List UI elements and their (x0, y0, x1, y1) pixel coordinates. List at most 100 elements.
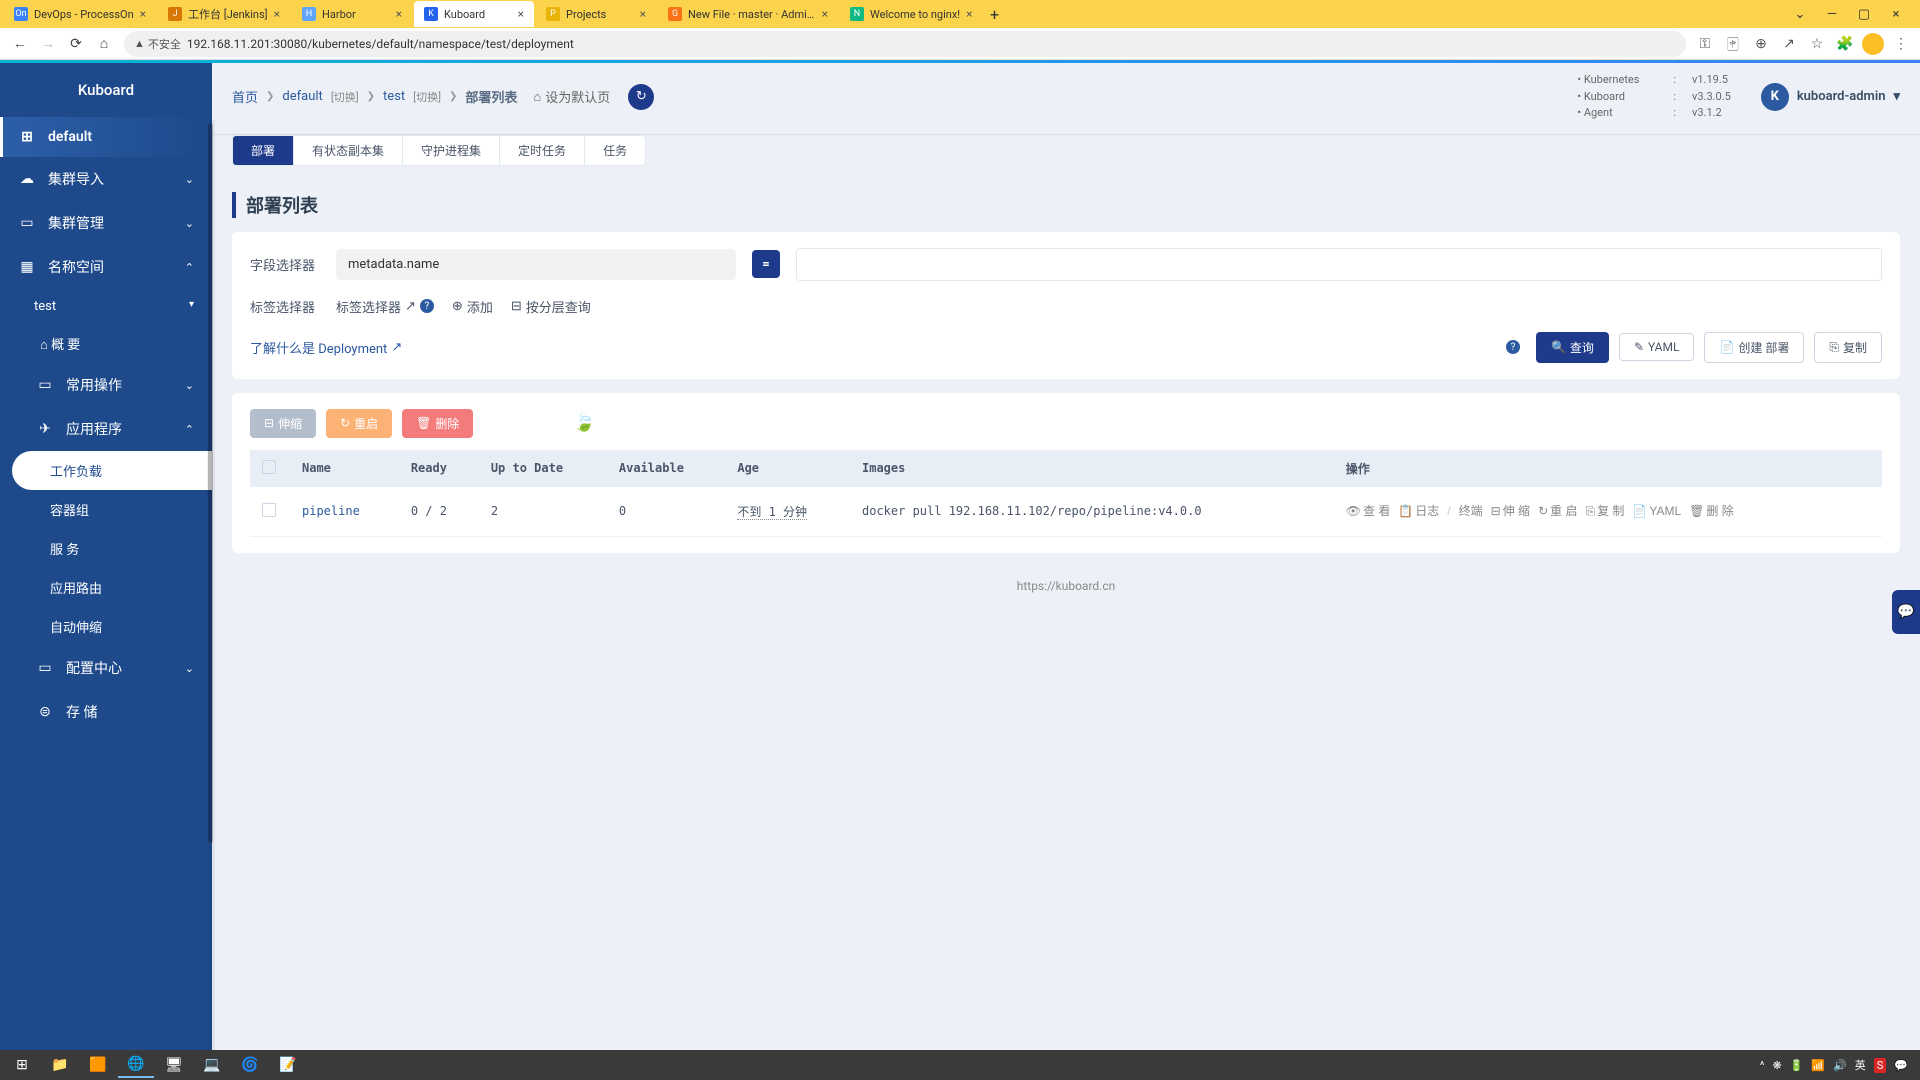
restart-action[interactable]: ↻ 重 启 (1538, 501, 1577, 523)
breadcrumb-ns[interactable]: test (383, 89, 405, 104)
close-icon[interactable]: × (1884, 7, 1908, 22)
bulk-scale-button[interactable]: ⊟ 伸缩 (250, 409, 316, 438)
select-all-checkbox[interactable] (262, 460, 276, 474)
sidebar-item-hpa[interactable]: 自动伸缩 (0, 607, 212, 646)
user-menu[interactable]: K kuboard-admin ▾ (1761, 83, 1900, 111)
browser-tab[interactable]: GNew File · master · Administr× (658, 1, 838, 27)
sidebar-item-config[interactable]: ▭配置中心⌄ (0, 646, 212, 690)
tray-icon[interactable]: ❋ (1772, 1059, 1781, 1072)
label-selector-link[interactable]: 标签选择器 ↗ ? (336, 297, 434, 316)
help-icon[interactable]: ? (1506, 340, 1520, 354)
new-tab-button[interactable]: + (985, 4, 1005, 24)
deployment-help-link[interactable]: 了解什么是 Deployment (250, 338, 402, 357)
app-icon[interactable]: 🖥 (156, 1052, 192, 1078)
browser-tab[interactable]: PProjects× (536, 1, 656, 27)
tab-cronjob[interactable]: 定时任务 (500, 136, 585, 165)
footer-link[interactable]: https://kuboard.cn (232, 567, 1900, 605)
notifications-icon[interactable]: 💬 (1894, 1059, 1908, 1072)
system-tray[interactable]: ^ ❋ 🔋 📶 🔊 英 S 💬 (1760, 1057, 1916, 1073)
copy-button[interactable]: ⎘复制 (1814, 332, 1882, 363)
close-icon[interactable]: × (966, 7, 972, 21)
copy-action[interactable]: ⎘ 复 制 (1585, 501, 1624, 523)
field-value-input[interactable] (796, 248, 1882, 281)
yaml-button[interactable]: ✎YAML (1619, 333, 1695, 361)
sidebar-item-namespace[interactable]: ▦名称空间⌃ (0, 245, 212, 289)
deployment-name-link[interactable]: pipeline (302, 504, 360, 518)
extensions-icon[interactable]: 🧩 (1834, 36, 1856, 52)
chevron-up-icon[interactable]: ^ (1760, 1059, 1765, 1072)
sidebar-item-ingress[interactable]: 应用路由 (0, 568, 212, 607)
breadcrumb-home[interactable]: 首页 (232, 87, 258, 106)
equals-button[interactable]: = (752, 250, 780, 278)
sidebar-item-test[interactable]: test (0, 289, 212, 324)
translate-icon[interactable]: 🀄︎ (1722, 36, 1744, 52)
sidebar-item-apps[interactable]: ✈应用程序⌃ (0, 407, 212, 451)
zoom-icon[interactable]: ⊕ (1750, 36, 1772, 52)
explorer-icon[interactable]: 📁 (42, 1052, 78, 1078)
terminal-action[interactable]: 终端 (1459, 501, 1483, 523)
chrome-icon[interactable]: 🌐 (118, 1052, 154, 1078)
browser-tab[interactable]: J工作台 [Jenkins]× (158, 1, 290, 27)
query-button[interactable]: 🔍查询 (1536, 332, 1609, 363)
sidebar-item-common-ops[interactable]: ▭常用操作⌄ (0, 363, 212, 407)
sidebar-item-overview[interactable]: ⌂ 概 要 (0, 324, 212, 363)
tab-job[interactable]: 任务 (585, 136, 645, 165)
edge-icon[interactable]: 🌀 (232, 1052, 268, 1078)
forward-icon[interactable]: → (36, 32, 60, 56)
wifi-icon[interactable]: 📶 (1811, 1059, 1825, 1072)
maximize-icon[interactable]: ▢ (1852, 7, 1876, 22)
bulk-delete-button[interactable]: 🗑 删除 (402, 409, 473, 438)
minimize-icon[interactable]: — (1820, 7, 1844, 22)
back-icon[interactable]: ← (8, 32, 32, 56)
sidebar-item-pods[interactable]: 容器组 (0, 490, 212, 529)
close-icon[interactable]: × (518, 7, 524, 21)
sidebar-item-cluster-import[interactable]: ☁集群导入⌄ (0, 157, 212, 201)
sidebar-item-cluster-manage[interactable]: ▭集群管理⌄ (0, 201, 212, 245)
row-checkbox[interactable] (262, 503, 276, 517)
sidebar-item-default[interactable]: ⊞default (0, 117, 202, 157)
create-button[interactable]: 📄创建 部署 (1704, 332, 1804, 363)
ime-icon[interactable]: S (1874, 1058, 1887, 1073)
layer-query-link[interactable]: ⊟ 按分层查询 (511, 297, 591, 316)
field-selector-dropdown[interactable]: metadata.name (336, 249, 736, 280)
set-default-link[interactable]: ⌂设为默认页 (533, 87, 610, 106)
start-button[interactable]: ⊞ (4, 1052, 40, 1078)
url-bar[interactable]: ▲ 不安全 192.168.11.201:30080/kubernetes/de… (124, 31, 1686, 57)
profile-icon[interactable] (1862, 33, 1884, 55)
switch-link[interactable]: [切换] (413, 89, 441, 105)
sidebar-item-workloads[interactable]: 工作负载 (12, 451, 212, 490)
close-icon[interactable]: × (822, 7, 828, 21)
sidebar-item-storage[interactable]: ⊜存 储 (0, 690, 212, 734)
yaml-action[interactable]: 📄 YAML (1632, 501, 1681, 523)
password-icon[interactable]: ⚿ (1694, 36, 1716, 52)
close-icon[interactable]: × (274, 7, 280, 21)
close-icon[interactable]: × (396, 7, 402, 21)
ide-icon[interactable]: 💻 (194, 1052, 230, 1078)
delete-action[interactable]: 🗑 删 除 (1689, 501, 1734, 523)
refresh-button[interactable]: ↻ (628, 84, 654, 110)
breadcrumb-cluster[interactable]: default (282, 89, 322, 104)
sidebar-scrollbar[interactable] (207, 120, 215, 1080)
browser-tab[interactable]: NWelcome to nginx!× (840, 1, 983, 27)
sidebar-item-services[interactable]: 服 务 (0, 529, 212, 568)
share-icon[interactable]: ↗ (1778, 36, 1800, 52)
reload-icon[interactable]: ⟳ (64, 32, 88, 56)
chat-float-button[interactable]: 💬 (1892, 590, 1920, 634)
ime-icon[interactable]: 英 (1855, 1057, 1866, 1073)
switch-link[interactable]: [切换] (331, 89, 359, 105)
browser-tab-active[interactable]: KKuboard× (414, 1, 534, 27)
scale-action[interactable]: ⊟ 伸 缩 (1491, 501, 1530, 523)
bookmark-icon[interactable]: ☆ (1806, 36, 1828, 52)
browser-tab[interactable]: OnDevOps - ProcessOn× (4, 1, 156, 27)
close-icon[interactable]: × (640, 7, 646, 21)
tab-statefulset[interactable]: 有状态副本集 (294, 136, 403, 165)
battery-icon[interactable]: 🔋 (1790, 1059, 1804, 1072)
logs-action[interactable]: 📋 日志 (1398, 501, 1439, 523)
bulk-restart-button[interactable]: ↻ 重启 (326, 409, 392, 438)
app-icon[interactable]: 🟧 (80, 1052, 116, 1078)
browser-tab[interactable]: HHarbor× (292, 1, 412, 27)
tab-daemonset[interactable]: 守护进程集 (403, 136, 500, 165)
tab-deployment[interactable]: 部署 (233, 136, 294, 165)
chevron-down-icon[interactable]: ⌄ (1788, 7, 1812, 22)
home-icon[interactable]: ⌂ (92, 32, 116, 56)
